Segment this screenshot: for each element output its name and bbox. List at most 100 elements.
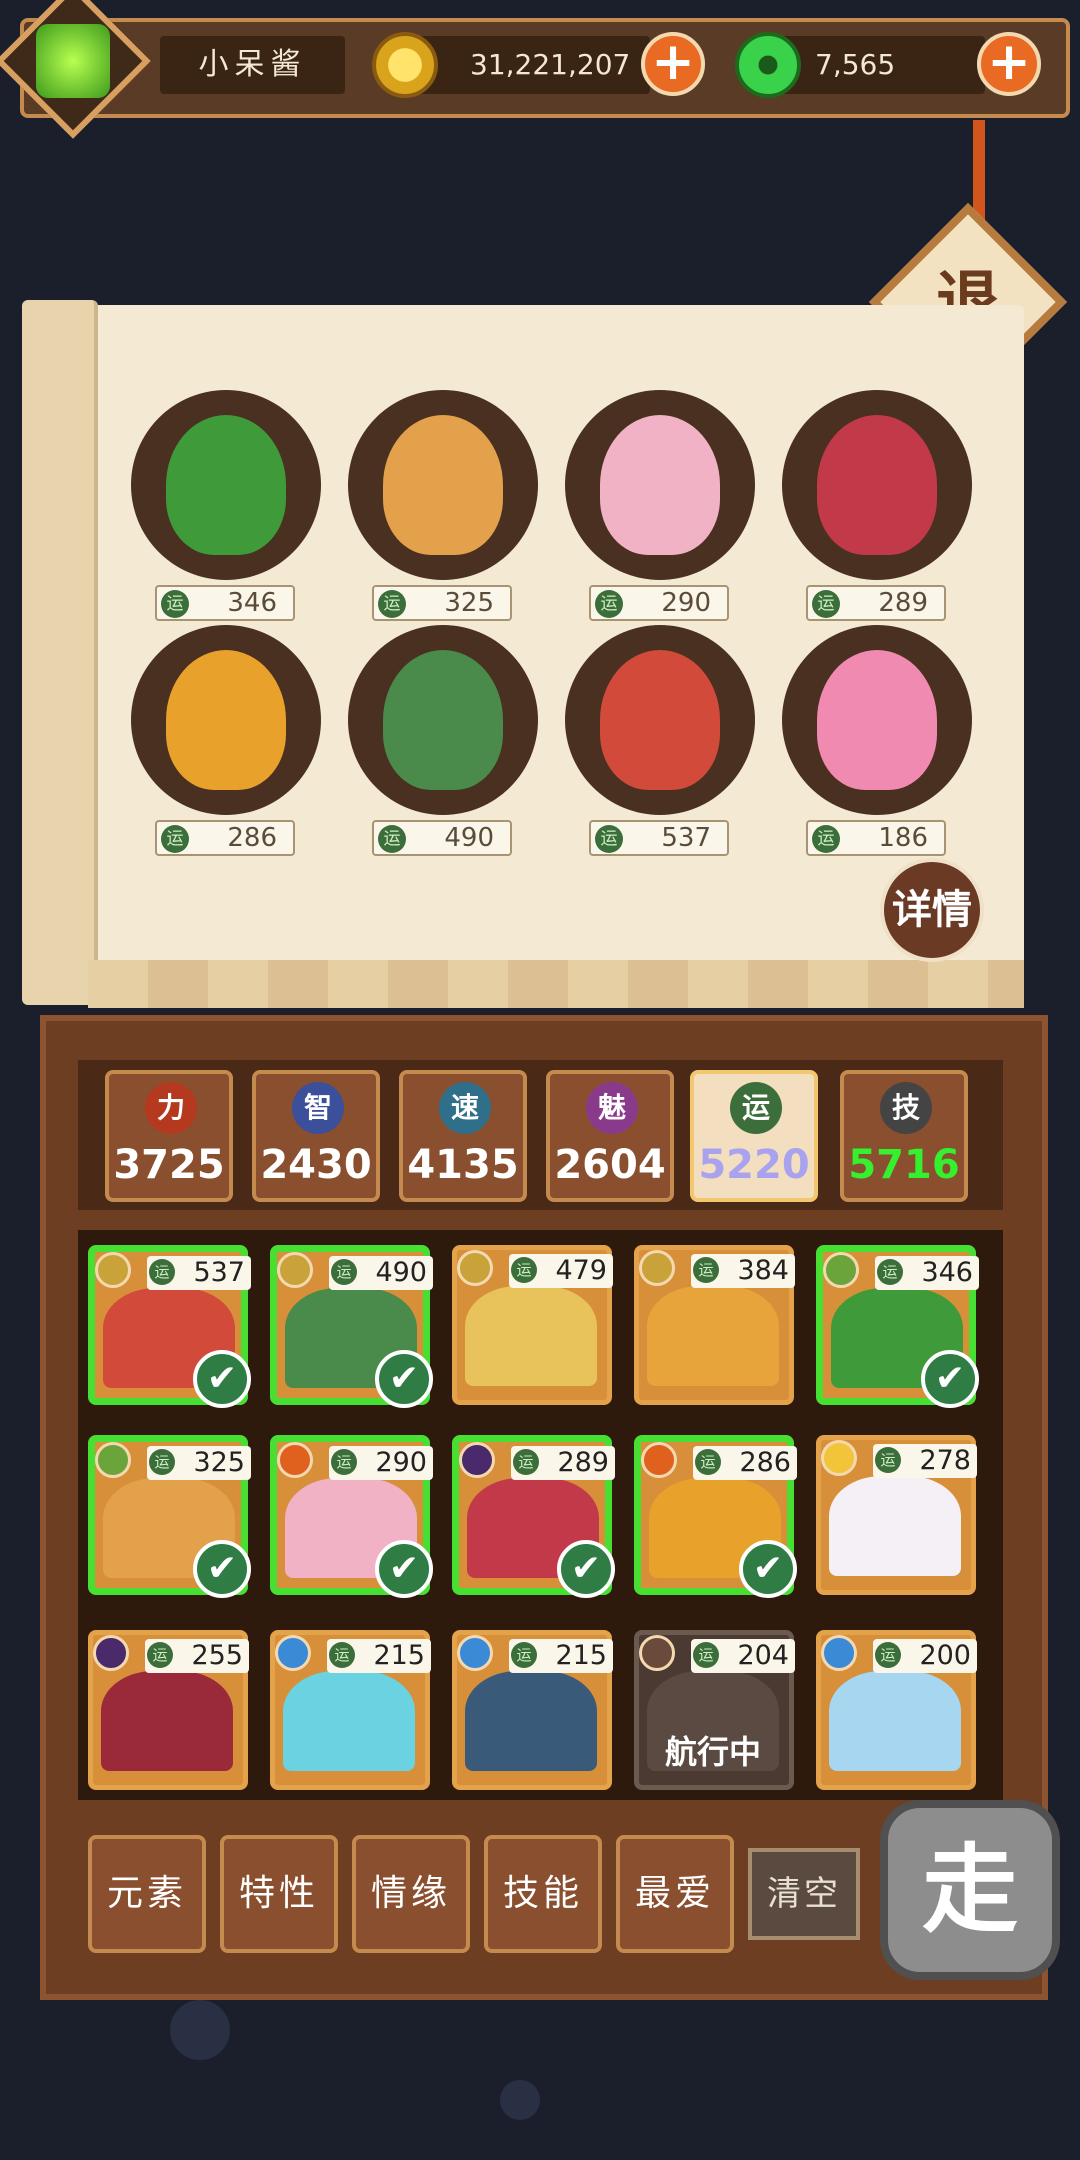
roster-hero-card[interactable]: 运 490 ✔ [270,1245,433,1408]
selected-hero[interactable]: 运 325 [342,390,542,621]
hero-luck-value: 325 [193,1447,245,1478]
roster-hero-card[interactable]: 运 200 [816,1630,977,1790]
roster-hero-card[interactable]: 运 346 ✔ [816,1245,979,1408]
selected-hero[interactable]: 运 346 [125,390,325,621]
selected-hero[interactable]: 运 290 [559,390,759,621]
luck-icon: 运 [161,825,189,853]
element-icon [459,1442,495,1478]
roster-hero-card[interactable]: 运 325 ✔ [88,1435,251,1598]
stat-tab[interactable]: 魅 2604 [546,1070,674,1202]
add-jade-button[interactable]: + [977,32,1041,96]
detail-button[interactable]: 详情 [880,858,984,962]
filter-button[interactable]: 元素 [88,1835,206,1953]
hero-luck-tag: 运 537 [147,1256,251,1290]
roster-hero-card[interactable]: 运 204 航行中 [634,1630,795,1790]
hero-portrait [465,1671,597,1771]
selected-check-icon: ✔ [193,1350,251,1408]
selected-hero[interactable]: 运 289 [776,390,976,621]
hero-portrait [348,625,538,815]
luck-icon: 运 [331,1449,357,1475]
luck-icon: 运 [149,1259,175,1285]
hero-luck-value: 289 [557,1447,609,1478]
hero-portrait [782,390,972,580]
selected-check-icon: ✔ [739,1540,797,1598]
selected-hero[interactable]: 运 490 [342,625,542,856]
avatar-icon [35,24,110,98]
luck-icon: 运 [812,825,840,853]
stat-tab[interactable]: 智 2430 [252,1070,380,1202]
hero-luck-value: 289 [878,588,928,618]
hero-luck-tag: 运 204 [691,1639,795,1673]
stat-badge-icon: 运 [730,1082,782,1134]
stat-badge-icon: 技 [880,1082,932,1134]
stat-badge-icon: 魅 [586,1082,638,1134]
element-icon [93,1635,129,1671]
element-icon [275,1635,311,1671]
hero-luck-tag: 运 289 [806,585,946,621]
element-icon [823,1252,859,1288]
stat-tab[interactable]: 力 3725 [105,1070,233,1202]
hero-figure [817,415,937,555]
hero-figure [600,415,720,555]
hero-luck-value: 346 [227,588,277,618]
stat-tab[interactable]: 技 5716 [840,1070,968,1202]
go-button[interactable]: 走 [880,1800,1060,1980]
roster-hero-card[interactable]: 运 537 ✔ [88,1245,251,1408]
luck-icon: 运 [329,1642,355,1668]
hero-luck-tag: 运 346 [155,585,295,621]
roster-hero-card[interactable]: 运 290 ✔ [270,1435,433,1598]
selected-hero[interactable]: 运 537 [559,625,759,856]
hero-figure [817,650,937,790]
selected-hero[interactable]: 运 286 [125,625,325,856]
hero-luck-value: 290 [375,1447,427,1478]
hero-portrait [829,1671,961,1771]
add-gold-button[interactable]: + [641,32,705,96]
hero-luck-value: 537 [661,823,711,853]
hero-luck-value: 255 [191,1640,243,1671]
stat-tab[interactable]: 速 4135 [399,1070,527,1202]
scroll-rod [22,300,98,1005]
filter-button[interactable]: 技能 [484,1835,602,1953]
filter-button[interactable]: 情缘 [352,1835,470,1953]
gold-coin-icon [372,32,438,98]
hero-luck-tag: 运 286 [693,1446,797,1480]
roster-hero-card[interactable]: 运 384 [634,1245,795,1405]
element-icon [457,1250,493,1286]
element-icon [277,1442,313,1478]
roster-hero-card[interactable]: 运 479 [452,1245,613,1405]
roster-hero-card[interactable]: 运 289 ✔ [452,1435,615,1598]
selected-hero[interactable]: 运 186 [776,625,976,856]
hero-luck-tag: 运 290 [329,1446,433,1480]
hero-luck-tag: 运 537 [589,820,729,856]
luck-icon: 运 [378,590,406,618]
stat-badge-icon: 力 [145,1082,197,1134]
jade-amount: 7,565 [815,48,896,81]
luck-icon: 运 [875,1642,901,1668]
background-decoration [170,2000,230,2060]
roster-hero-card[interactable]: 运 215 [452,1630,613,1790]
roster-hero-card[interactable]: 运 255 [88,1630,249,1790]
hero-figure [166,650,286,790]
hero-luck-tag: 运 215 [509,1639,613,1673]
luck-icon: 运 [693,1257,719,1283]
hero-luck-value: 290 [661,588,711,618]
hero-luck-value: 286 [227,823,277,853]
hero-portrait [465,1286,597,1386]
roster-hero-card[interactable]: 运 215 [270,1630,431,1790]
hero-luck-tag: 运 290 [589,585,729,621]
filter-button[interactable]: 最爱 [616,1835,734,1953]
luck-icon: 运 [149,1449,175,1475]
hero-luck-value: 490 [444,823,494,853]
roster-hero-card[interactable]: 运 286 ✔ [634,1435,797,1598]
roster-hero-card[interactable]: 运 278 [816,1435,977,1595]
clear-button[interactable]: 清空 [748,1848,860,1940]
hero-luck-tag: 运 490 [329,1256,433,1290]
selected-check-icon: ✔ [557,1540,615,1598]
filter-button[interactable]: 特性 [220,1835,338,1953]
stat-tab[interactable]: 运 5220 [690,1070,818,1202]
hero-portrait [782,625,972,815]
stat-value: 2430 [260,1142,372,1188]
luck-icon: 运 [161,590,189,618]
element-icon [641,1442,677,1478]
hero-figure [383,415,503,555]
